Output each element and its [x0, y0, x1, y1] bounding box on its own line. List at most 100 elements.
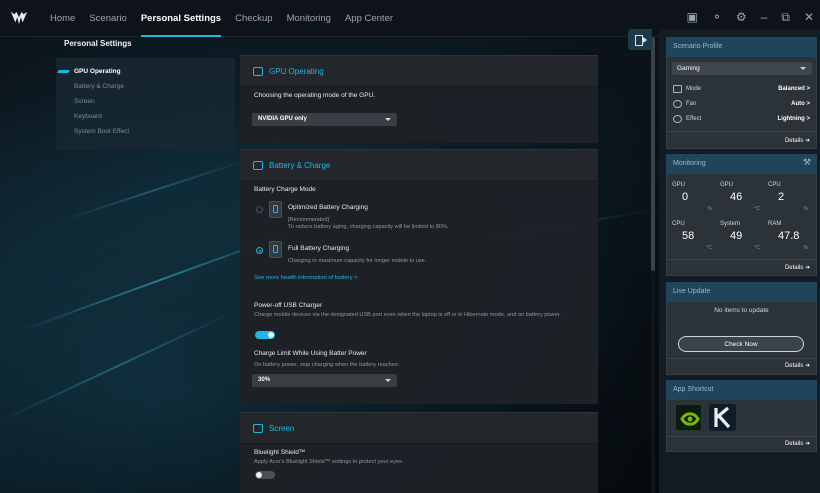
- check-now-button[interactable]: Check Now: [678, 336, 804, 352]
- sidebar-item-system-boot-effect[interactable]: System Boot Effect: [74, 128, 129, 135]
- no-updates-text: No items to update: [714, 307, 769, 314]
- main-nav: Home Scenario Personal Settings Checkup …: [43, 0, 400, 37]
- battery-card-header: Battery & Charge: [240, 150, 598, 181]
- nvidia-app-icon[interactable]: [675, 404, 702, 431]
- nav-home[interactable]: Home: [43, 0, 82, 37]
- bluelight-toggle[interactable]: [255, 471, 275, 479]
- monitor-label: GPU: [672, 182, 686, 188]
- charge-limit-select[interactable]: 30%: [252, 374, 397, 387]
- gpu-icon: [253, 66, 263, 76]
- monitor-system-temp: System 49 °C: [720, 221, 760, 259]
- settings-icon[interactable]: ⚙: [736, 9, 747, 25]
- nav-checkup[interactable]: Checkup: [228, 0, 280, 37]
- sidebar-item-screen[interactable]: Screen: [74, 98, 95, 105]
- fan-value[interactable]: Auto >: [791, 101, 810, 107]
- divider: [666, 358, 817, 359]
- full-battery-icon: [269, 241, 282, 258]
- monitoring-details-link[interactable]: Details ➔: [785, 264, 810, 271]
- scenario-details-link[interactable]: Details ➔: [785, 137, 810, 144]
- close-icon[interactable]: ✕: [804, 9, 814, 25]
- sidebar-item-keyboard[interactable]: Keyboard: [74, 113, 102, 120]
- sidebar-item-battery-charge[interactable]: Battery & Charge: [74, 83, 124, 90]
- charge-limit-value: 30%: [258, 377, 271, 383]
- mode-value[interactable]: Balanced >: [778, 86, 810, 92]
- divider: [666, 436, 817, 437]
- usb-charger-desc: Charge mobile devices via the designated…: [254, 312, 561, 318]
- monitor-label: CPU: [768, 182, 781, 188]
- settings-content: GPU Operating Choosing the operating mod…: [240, 55, 598, 493]
- chevron-down-icon: [385, 379, 391, 382]
- gpu-card-header: GPU Operating: [240, 56, 598, 87]
- effect-label: Effect: [686, 116, 702, 122]
- restore-icon[interactable]: ⧉: [781, 9, 790, 25]
- full-charging-title: Full Battery Charging: [288, 245, 350, 252]
- chevron-down-icon: [385, 118, 391, 121]
- battery-icon: [253, 160, 263, 170]
- monitor-gpu-temp: GPU 46 °C: [720, 182, 760, 220]
- screen-card-header: Screen: [240, 413, 598, 444]
- optimized-charging-title: Optimized Battery Charging: [288, 204, 368, 211]
- battery-charge-card: Battery & Charge Battery Charge Mode Opt…: [240, 149, 598, 404]
- app-shortcut-details-link[interactable]: Details ➔: [785, 440, 810, 447]
- monitor-gpu-usage: GPU 0 %: [672, 182, 712, 220]
- bluelight-desc: Apply Acer's Bluelight Shield™ settings …: [254, 459, 404, 465]
- charge-limit-title: Charge Limit While Using Batter Power: [254, 350, 367, 357]
- check-now-label: Check Now: [724, 341, 758, 348]
- battery-health-link[interactable]: See more health information of battery >: [254, 275, 358, 281]
- monitor-value: 49: [730, 230, 743, 242]
- fan-label: Fan: [686, 101, 697, 107]
- gpu-mode-select[interactable]: NVIDIA GPU only: [252, 113, 397, 126]
- gpu-mode-value: NVIDIA GPU only: [258, 116, 307, 122]
- gpu-card-title: GPU Operating: [269, 66, 324, 76]
- monitor-unit: °C: [706, 245, 712, 251]
- usb-charger-toggle[interactable]: [255, 331, 275, 339]
- battery-mode-label: Battery Charge Mode: [254, 186, 316, 193]
- sidebar-item-gpu-operating[interactable]: GPU Operating: [74, 68, 121, 75]
- wrench-icon[interactable]: ⚒: [803, 157, 811, 168]
- nav-monitoring[interactable]: Monitoring: [280, 0, 338, 37]
- optimized-charging-radio[interactable]: [256, 206, 263, 213]
- app-shortcut-title: App Shortcut: [673, 386, 714, 393]
- battery-card-title: Battery & Charge: [269, 160, 331, 170]
- nav-scenario[interactable]: Scenario: [82, 0, 134, 37]
- scenario-profile-select[interactable]: Gaming: [672, 62, 812, 75]
- monitor-label: CPU: [672, 221, 685, 227]
- live-update-title: Live Update: [673, 288, 711, 295]
- headset-icon[interactable]: ▣: [687, 9, 698, 25]
- monitoring-title: Monitoring: [673, 160, 706, 167]
- scenario-profile-value: Gaming: [677, 65, 700, 72]
- monitor-cpu-temp: CPU 58 °C: [672, 221, 712, 259]
- effect-icon: [673, 115, 682, 123]
- active-indicator: [57, 70, 70, 73]
- collapse-panel-button[interactable]: [628, 29, 652, 50]
- live-update-details-link[interactable]: Details ➔: [785, 362, 810, 369]
- monitor-unit: %: [803, 206, 808, 212]
- full-charging-desc: Charging to maximum capacity for longer …: [288, 258, 427, 264]
- nav-app-center[interactable]: App Center: [338, 0, 400, 37]
- optimized-battery-icon: [269, 201, 282, 218]
- predator-logo-icon: [10, 11, 28, 25]
- divider: [666, 131, 817, 132]
- scenario-profile-header: Scenario Profile: [666, 37, 817, 57]
- minimize-icon[interactable]: –: [761, 9, 768, 25]
- mode-label: Mode: [686, 86, 702, 92]
- monitor-unit: °C: [754, 245, 760, 251]
- monitor-value: 47.8: [778, 230, 800, 242]
- monitor-value: 58: [682, 230, 695, 242]
- page-title: Personal Settings: [64, 39, 132, 48]
- screen-icon: [253, 423, 263, 433]
- monitor-label: System: [720, 221, 741, 227]
- chevron-down-icon: [800, 67, 806, 70]
- nav-personal-settings[interactable]: Personal Settings: [134, 0, 228, 37]
- effect-value[interactable]: Lightning >: [778, 116, 811, 122]
- full-charging-radio[interactable]: [256, 247, 263, 254]
- monitor-label: RAM: [768, 221, 782, 227]
- charge-limit-desc: On battery power, stop charging when the…: [254, 362, 400, 368]
- settings-sidebar: GPU Operating Battery & Charge Screen Ke…: [56, 58, 235, 150]
- screen-card-title: Screen: [269, 423, 295, 433]
- gpu-operating-card: GPU Operating Choosing the operating mod…: [240, 55, 598, 143]
- k-app-icon[interactable]: [709, 404, 736, 431]
- screen-card: Screen Bluelight Shield™ Apply Acer's Bl…: [240, 412, 598, 493]
- content-scrollbar-thumb[interactable]: [651, 37, 655, 271]
- support-icon[interactable]: ⚬: [712, 9, 722, 25]
